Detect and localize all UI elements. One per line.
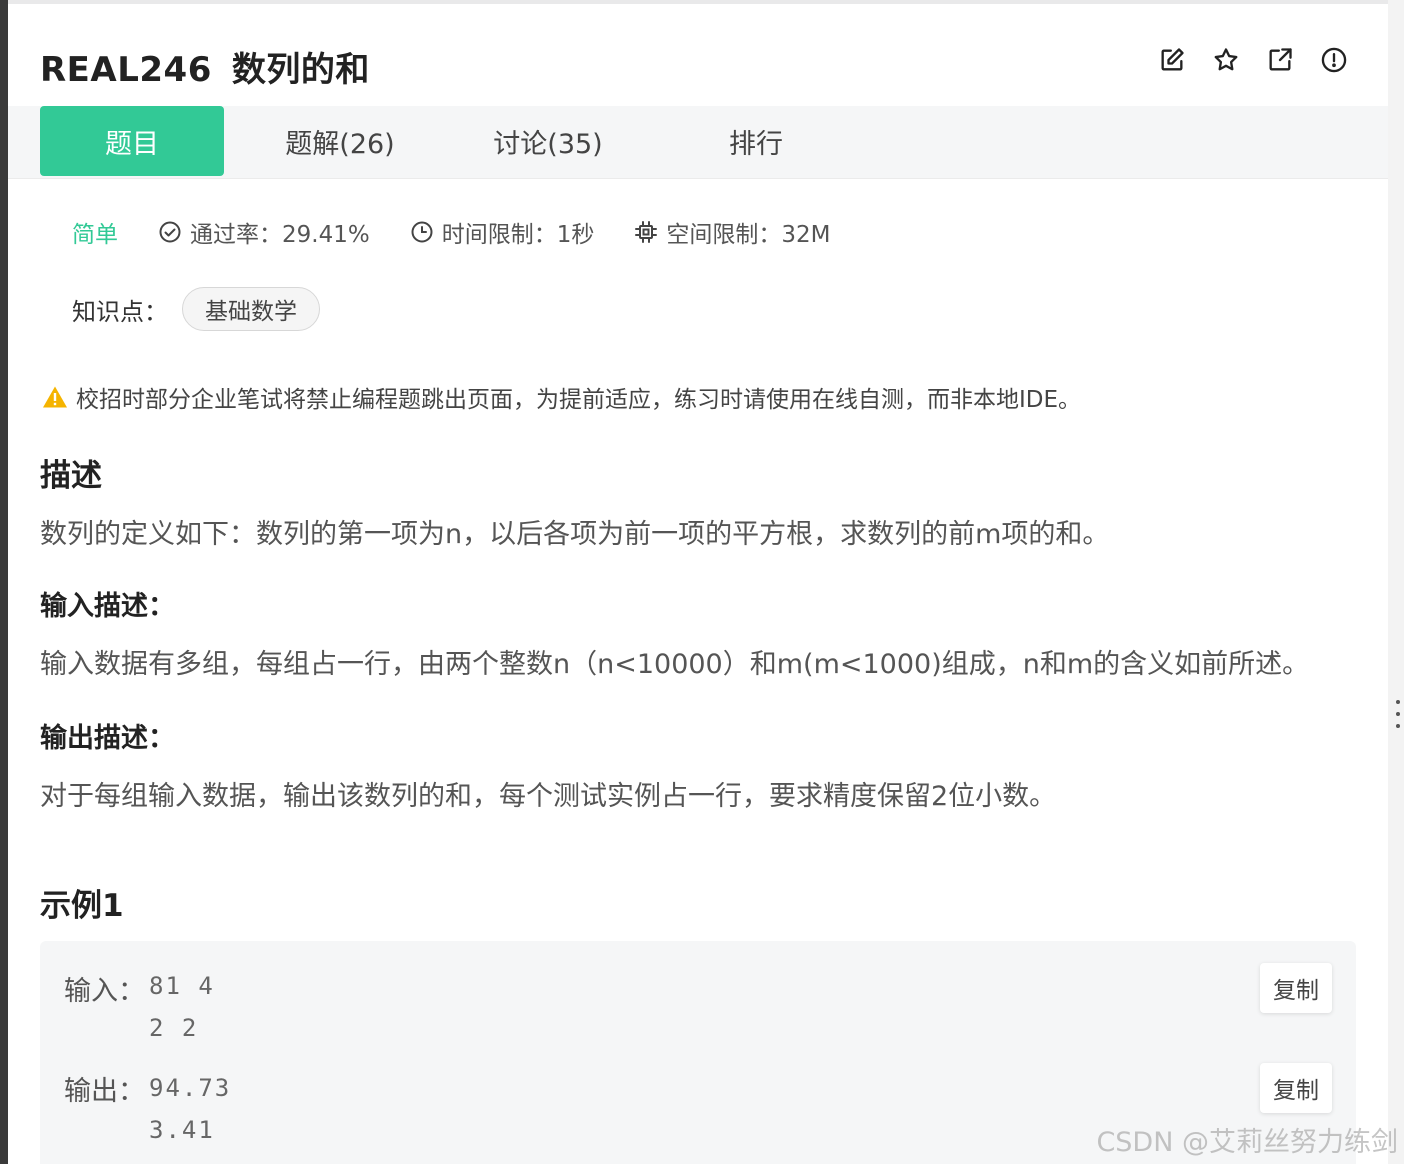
pass-rate: 通过率：29.41% [158,215,370,249]
knowledge-tag[interactable]: 基础数学 [182,287,320,331]
more-vertical-icon[interactable] [1396,700,1400,728]
space-limit: 空间限制：32M [634,215,830,249]
tab-bar: 题目 题解(26) 讨论(35) 排行 [8,106,1388,179]
knowledge-label: 知识点： [72,297,168,326]
tab-discussion[interactable]: 讨论(35) [468,106,628,176]
input-desc-heading: 输入描述： [40,591,175,622]
problem-panel: REAL246 数列的和 题目 题解(26) 讨论(35) 排行 简单 通过率：… [8,4,1388,1164]
tab-ranking[interactable]: 排行 [696,106,816,176]
example-heading: 示例1 [40,888,124,924]
pass-rate-text: 通过率：29.41% [190,222,370,248]
output-desc-text: 对于每组输入数据，输出该数列的和，每个测试实例占一行，要求精度保留2位小数。 [40,781,1057,812]
report-icon[interactable] [1318,44,1350,76]
tab-problem[interactable]: 题目 [40,106,224,176]
example-output-value: 94.73 3.41 [149,1074,232,1144]
space-limit-text: 空间限制：32M [666,222,831,248]
copy-output-button[interactable]: 复制 [1260,1063,1332,1113]
clock-icon [411,221,433,243]
time-limit: 时间限制：1秒 [410,215,595,249]
edit-icon[interactable] [1156,44,1188,76]
warning-text: 校招时部分企业笔试将禁止编程题跳出页面，为提前适应，练习时请使用在线自测，而非本… [76,387,1082,413]
window-left-edge [0,0,8,1164]
time-limit-text: 时间限制：1秒 [441,222,595,248]
check-circle-icon [159,221,181,243]
chip-icon [635,221,658,243]
tab-solutions[interactable]: 题解(26) [260,106,420,176]
description-heading: 描述 [40,458,102,494]
example-output-label: 输出： [64,1076,145,1107]
problem-header: REAL246 数列的和 [8,4,1388,106]
difficulty-badge: 简单 [72,222,118,248]
knowledge-points: 知识点： 基础数学 [72,287,320,331]
example-input-label: 输入： [64,976,145,1007]
right-gutter [1388,0,1404,1164]
copy-input-button[interactable]: 复制 [1260,963,1332,1013]
warning-icon [43,386,67,408]
problem-title: REAL246 数列的和 [40,42,370,91]
output-desc-heading: 输出描述： [40,723,175,754]
warning-notice: 校招时部分企业笔试将禁止编程题跳出页面，为提前适应，练习时请使用在线自测，而非本… [42,380,1081,414]
description-text: 数列的定义如下：数列的第一项为n，以后各项为前一项的平方根，求数列的前m项的和。 [40,519,1110,550]
problem-id: REAL246 [40,50,212,90]
problem-name: 数列的和 [231,50,370,90]
problem-meta: 简单 通过率：29.41% 时间限制：1秒 空间限制：32M [72,212,870,252]
star-icon[interactable] [1210,44,1242,76]
input-desc-text: 输入数据有多组，每组占一行，由两个整数n（n<10000）和m(m<1000)组… [40,649,1310,680]
share-icon[interactable] [1264,44,1296,76]
example-input-value: 81 4 2 2 [149,972,215,1042]
header-actions [1156,44,1350,76]
watermark: CSDN @艾莉丝努力练剑 [1096,1127,1398,1158]
